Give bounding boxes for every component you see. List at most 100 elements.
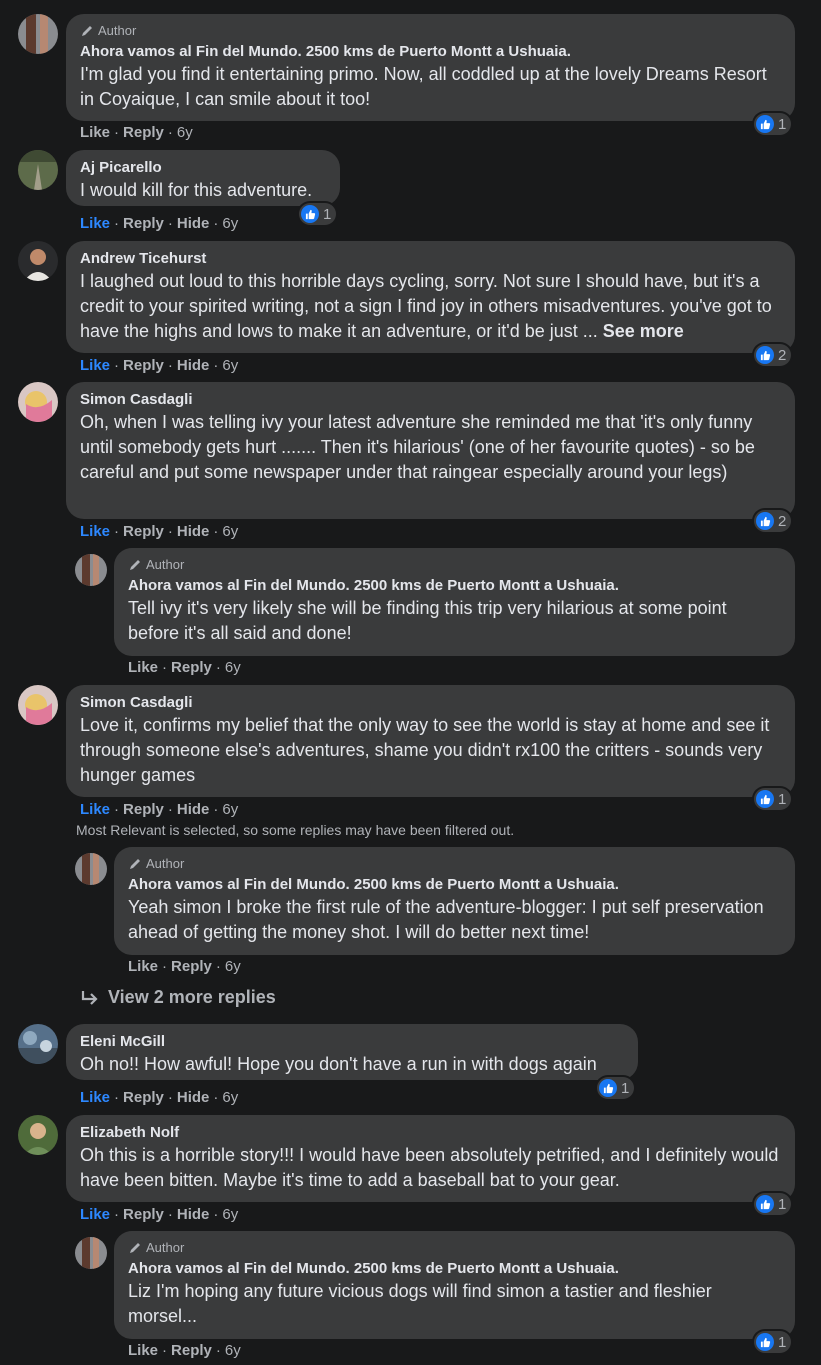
commenter-name[interactable]: Ahora vamos al Fin del Mundo. 2500 kms d… xyxy=(128,875,781,895)
like-button[interactable]: Like xyxy=(128,659,158,676)
comment-bubble: Author Ahora vamos al Fin del Mundo. 250… xyxy=(114,548,795,656)
commenter-name[interactable]: Ahora vamos al Fin del Mundo. 2500 kms d… xyxy=(128,576,781,596)
reaction-count[interactable]: 1 xyxy=(597,1077,635,1099)
like-button[interactable]: Like xyxy=(80,801,110,818)
thumbs-up-icon xyxy=(599,1079,617,1097)
reply-arrow-icon xyxy=(81,990,98,1005)
like-button[interactable]: Like xyxy=(128,958,158,975)
avatar[interactable] xyxy=(18,150,58,190)
like-button[interactable]: Like xyxy=(80,1206,110,1223)
commenter-name[interactable]: Aj Picarello xyxy=(80,158,326,178)
comment-bubble: Author Ahora vamos al Fin del Mundo. 250… xyxy=(114,847,795,955)
comment-text: I would kill for this adventure. xyxy=(80,180,313,200)
commenter-name[interactable]: Elizabeth Nolf xyxy=(80,1123,781,1143)
timestamp[interactable]: 6y xyxy=(225,958,241,975)
avatar[interactable] xyxy=(75,1237,107,1269)
pencil-icon xyxy=(130,858,140,869)
comment-actions: Like · Reply · Hide · 6y xyxy=(80,357,239,374)
reply-button[interactable]: Reply xyxy=(171,1342,212,1359)
commenter-name[interactable]: Andrew Ticehurst xyxy=(80,249,781,269)
reaction-count[interactable]: 2 xyxy=(754,344,792,366)
reply-button[interactable]: Reply xyxy=(123,357,164,374)
commenter-name[interactable]: Simon Casdagli xyxy=(80,390,781,410)
reaction-count[interactable]: 2 xyxy=(754,510,792,532)
comment-bubble: Author Ahora vamos al Fin del Mundo. 250… xyxy=(114,1231,795,1339)
avatar[interactable] xyxy=(18,382,58,422)
comment-text: Love it, confirms my belief that the onl… xyxy=(80,715,770,785)
comment-bubble: Andrew Ticehurst I laughed out loud to t… xyxy=(66,241,795,353)
timestamp[interactable]: 6y xyxy=(222,357,238,374)
comment-bubble: Aj Picarello I would kill for this adven… xyxy=(66,150,340,206)
thumbs-up-icon xyxy=(301,205,319,223)
view-more-replies-button[interactable]: View 2 more replies xyxy=(80,987,276,1008)
reply-button[interactable]: Reply xyxy=(123,523,164,540)
timestamp[interactable]: 6y xyxy=(177,124,193,141)
reaction-count[interactable]: 1 xyxy=(754,1193,792,1215)
pencil-icon xyxy=(130,1242,140,1253)
like-button[interactable]: Like xyxy=(80,523,110,540)
avatar[interactable] xyxy=(18,1024,58,1064)
timestamp[interactable]: 6y xyxy=(222,1206,238,1223)
reply-button[interactable]: Reply xyxy=(123,124,164,141)
timestamp[interactable]: 6y xyxy=(225,659,241,676)
like-button[interactable]: Like xyxy=(128,1342,158,1359)
avatar[interactable] xyxy=(18,241,58,281)
author-badge: Author xyxy=(128,1239,781,1256)
avatar[interactable] xyxy=(18,685,58,725)
see-more-link[interactable]: See more xyxy=(603,321,684,341)
hide-button[interactable]: Hide xyxy=(177,215,210,232)
reaction-count[interactable]: 1 xyxy=(754,788,792,810)
avatar[interactable] xyxy=(75,554,107,586)
comment-actions: Like · Reply · Hide · 6y xyxy=(80,1089,239,1106)
like-button[interactable]: Like xyxy=(80,124,110,141)
commenter-name[interactable]: Simon Casdagli xyxy=(80,693,781,713)
comment-bubble: Simon Casdagli Oh, when I was telling iv… xyxy=(66,382,795,519)
comment-text: Liz I'm hoping any future vicious dogs w… xyxy=(128,1281,712,1326)
comment-bubble: Eleni McGill Oh no!! How awful! Hope you… xyxy=(66,1024,638,1080)
author-label: Author xyxy=(98,23,137,38)
avatar[interactable] xyxy=(75,853,107,885)
like-button[interactable]: Like xyxy=(80,1089,110,1106)
comment-text: Tell ivy it's very likely she will be fi… xyxy=(128,598,727,643)
reaction-count[interactable]: 1 xyxy=(754,113,792,135)
timestamp[interactable]: 6y xyxy=(225,1342,241,1359)
comment-actions: Like · Reply · 6y xyxy=(128,1342,241,1359)
timestamp[interactable]: 6y xyxy=(222,215,238,232)
pencil-icon xyxy=(130,559,140,570)
hide-button[interactable]: Hide xyxy=(177,1089,210,1106)
like-button[interactable]: Like xyxy=(80,215,110,232)
pencil-icon xyxy=(82,25,92,36)
thumbs-up-icon xyxy=(756,790,774,808)
thumbs-up-icon xyxy=(756,1195,774,1213)
avatar[interactable] xyxy=(18,1115,58,1155)
comment-bubble: Simon Casdagli Love it, confirms my beli… xyxy=(66,685,795,797)
like-button[interactable]: Like xyxy=(80,357,110,374)
reply-button[interactable]: Reply xyxy=(123,1206,164,1223)
hide-button[interactable]: Hide xyxy=(177,801,210,818)
reaction-count[interactable]: 1 xyxy=(299,203,337,225)
reply-button[interactable]: Reply xyxy=(171,958,212,975)
hide-button[interactable]: Hide xyxy=(177,1206,210,1223)
comment-bubble: Author Ahora vamos al Fin del Mundo. 250… xyxy=(66,14,795,121)
commenter-name[interactable]: Ahora vamos al Fin del Mundo. 2500 kms d… xyxy=(80,42,781,62)
commenter-name[interactable]: Eleni McGill xyxy=(80,1032,624,1052)
thumbs-up-icon xyxy=(756,512,774,530)
commenter-name[interactable]: Ahora vamos al Fin del Mundo. 2500 kms d… xyxy=(128,1259,781,1279)
reaction-count[interactable]: 1 xyxy=(754,1331,792,1353)
comment-actions: Like · Reply · 6y xyxy=(80,124,193,141)
hide-button[interactable]: Hide xyxy=(177,523,210,540)
avatar[interactable] xyxy=(18,14,58,54)
reply-button[interactable]: Reply xyxy=(123,801,164,818)
timestamp[interactable]: 6y xyxy=(222,523,238,540)
thumbs-up-icon xyxy=(756,346,774,364)
comment-actions: Like · Reply · Hide · 6y xyxy=(80,215,239,232)
filter-notice: Most Relevant is selected, so some repli… xyxy=(76,822,515,838)
timestamp[interactable]: 6y xyxy=(222,1089,238,1106)
timestamp[interactable]: 6y xyxy=(222,801,238,818)
reply-button[interactable]: Reply xyxy=(171,659,212,676)
author-badge: Author xyxy=(128,855,781,872)
reply-button[interactable]: Reply xyxy=(123,1089,164,1106)
thumbs-up-icon xyxy=(756,115,774,133)
reply-button[interactable]: Reply xyxy=(123,215,164,232)
hide-button[interactable]: Hide xyxy=(177,357,210,374)
